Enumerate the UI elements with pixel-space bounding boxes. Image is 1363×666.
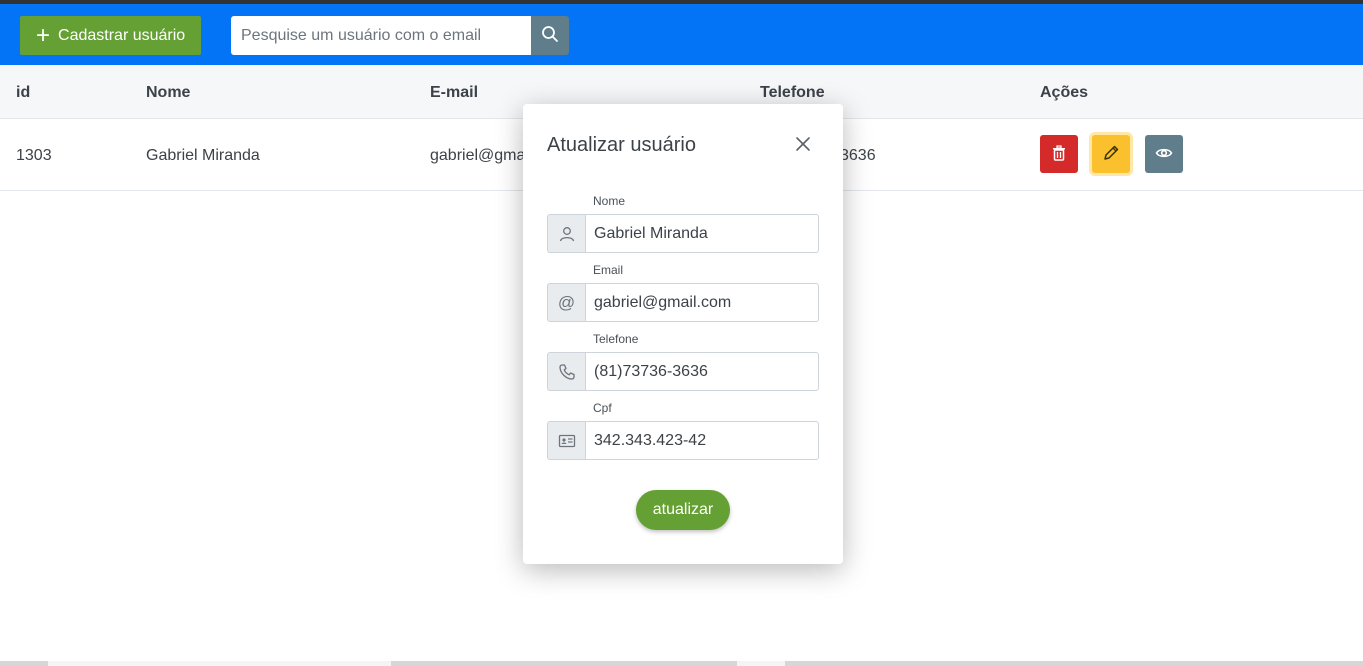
telefone-field bbox=[547, 352, 819, 391]
nome-field bbox=[547, 214, 819, 253]
nome-input[interactable] bbox=[585, 214, 819, 253]
cpf-label: Cpf bbox=[593, 401, 612, 415]
cell-nome: Gabriel Miranda bbox=[146, 147, 260, 164]
plus-icon: + bbox=[36, 21, 51, 49]
column-header-nome: Nome bbox=[146, 84, 191, 101]
edit-button[interactable] bbox=[1092, 135, 1130, 173]
email-input[interactable] bbox=[585, 283, 819, 322]
id-card-icon bbox=[547, 421, 585, 460]
email-field: @ bbox=[547, 283, 819, 322]
telefone-label: Telefone bbox=[593, 332, 639, 346]
cpf-field bbox=[547, 421, 819, 460]
add-user-button[interactable]: + Cadastrar usuário bbox=[20, 16, 201, 55]
column-header-telefone: Telefone bbox=[760, 84, 825, 101]
email-label: Email bbox=[593, 263, 624, 277]
view-button[interactable] bbox=[1145, 135, 1183, 173]
add-user-label: Cadastrar usuário bbox=[58, 26, 186, 44]
close-icon[interactable] bbox=[793, 134, 813, 154]
phone-icon bbox=[547, 352, 585, 391]
delete-button[interactable] bbox=[1040, 135, 1078, 173]
update-button[interactable]: atualizar bbox=[636, 490, 730, 530]
search-icon bbox=[541, 25, 559, 46]
cell-email: gabriel@gma bbox=[430, 147, 526, 164]
cell-telefone: 3636 bbox=[840, 147, 876, 164]
scrollbar-segment bbox=[737, 661, 785, 666]
telefone-input[interactable] bbox=[585, 352, 819, 391]
nome-label: Nome bbox=[593, 194, 626, 208]
cpf-input[interactable] bbox=[585, 421, 819, 460]
update-user-modal: Atualizar usuário Nome Email @ Telefone … bbox=[523, 104, 843, 564]
at-icon: @ bbox=[547, 283, 585, 322]
trash-icon bbox=[1051, 144, 1067, 164]
modal-title: Atualizar usuário bbox=[547, 134, 696, 156]
user-icon bbox=[547, 214, 585, 253]
search-input[interactable] bbox=[231, 16, 531, 55]
top-navbar: + Cadastrar usuário bbox=[0, 4, 1363, 65]
column-header-id: id bbox=[16, 84, 31, 101]
column-header-email: E-mail bbox=[430, 84, 479, 101]
pencil-icon bbox=[1102, 144, 1120, 165]
column-header-acoes: Ações bbox=[1040, 84, 1089, 101]
eye-icon bbox=[1155, 144, 1173, 165]
cell-id: 1303 bbox=[16, 147, 52, 164]
search-bar bbox=[231, 16, 569, 55]
search-button[interactable] bbox=[531, 16, 569, 55]
horizontal-scrollbar-thumb[interactable] bbox=[48, 661, 391, 666]
